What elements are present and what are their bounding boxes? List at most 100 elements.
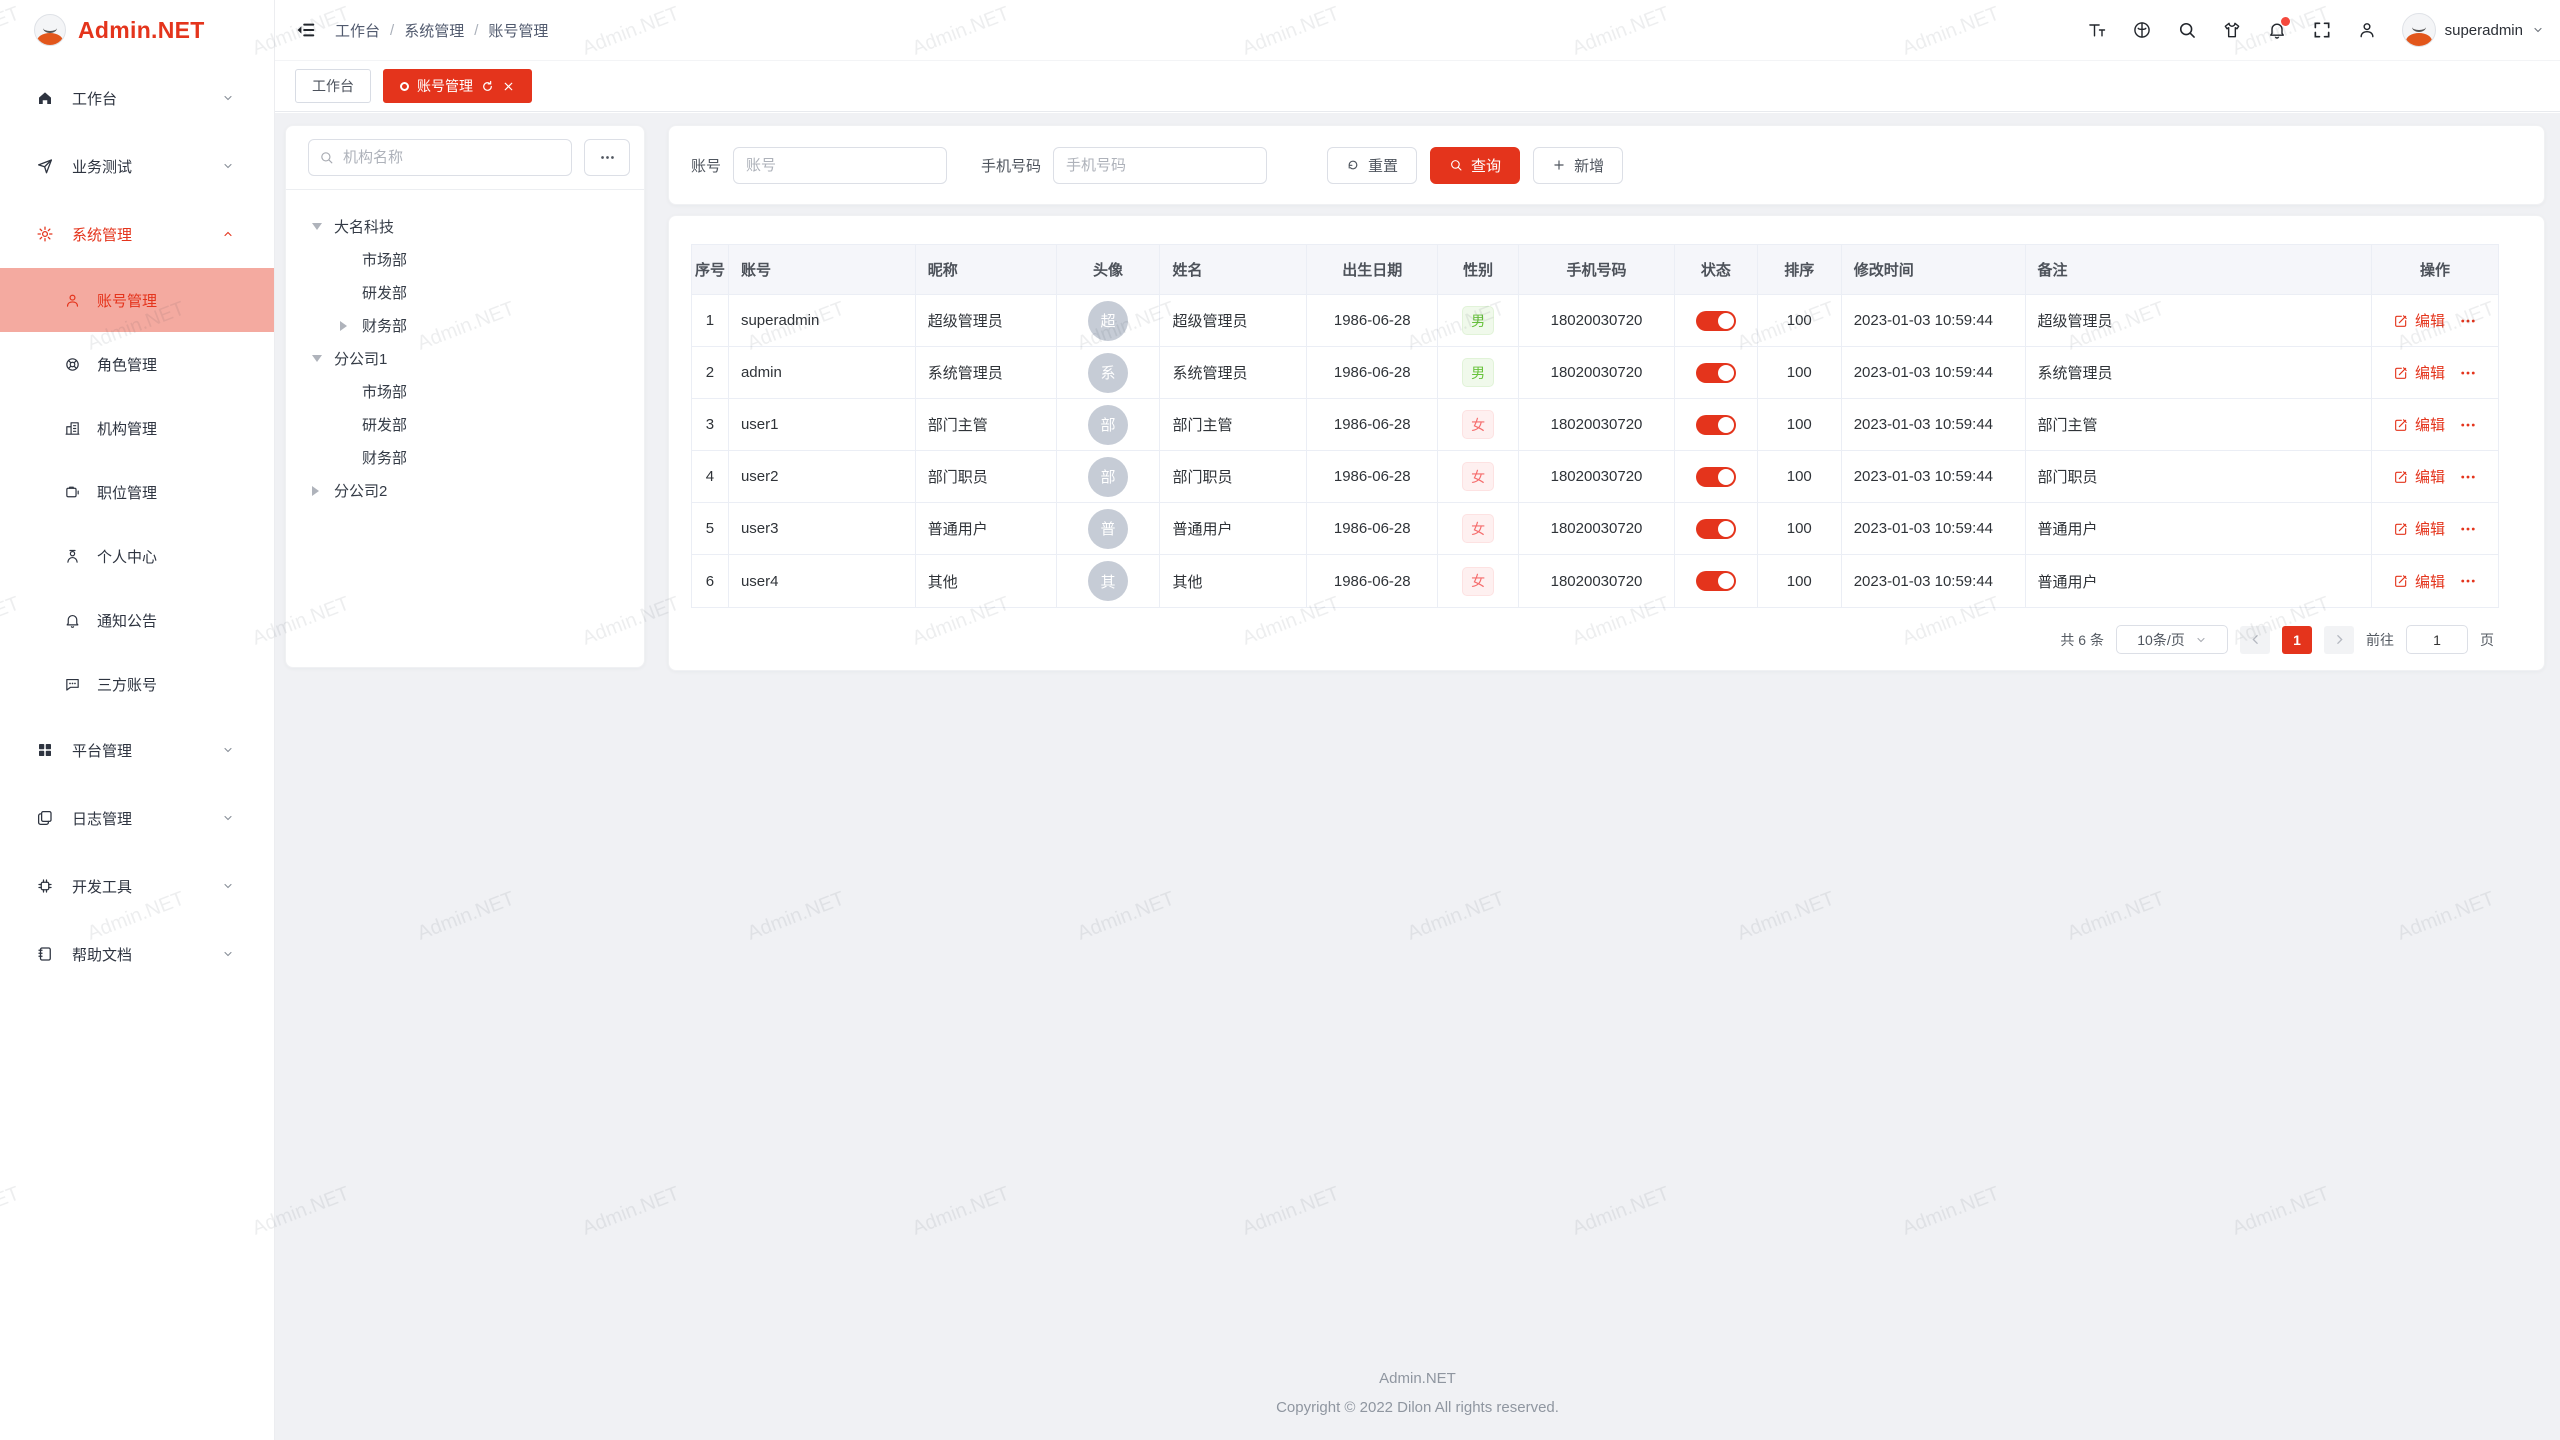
user-menu[interactable]: superadmin <box>2402 13 2544 47</box>
close-icon[interactable] <box>502 80 515 93</box>
page-size-select[interactable]: 10条/页 <box>2116 625 2228 654</box>
breadcrumb-item[interactable]: 系统管理 <box>404 20 464 41</box>
log-icon <box>36 809 54 827</box>
more-actions-icon[interactable] <box>2459 468 2477 486</box>
birthdate-value: 1986-06-28 <box>1334 468 1411 485</box>
chevron-right-icon <box>2333 633 2346 646</box>
nickname-cell: 部门职员 <box>916 451 1057 502</box>
add-button[interactable]: 新增 <box>1533 147 1623 184</box>
phone-value: 18020030720 <box>1551 416 1643 433</box>
sidebar-item-business-test[interactable]: 业务测试 <box>0 132 274 200</box>
sidebar-item-platform-management[interactable]: 平台管理 <box>0 716 274 784</box>
sidebar-item-personal-center[interactable]: 个人中心 <box>0 524 274 588</box>
theme-icon[interactable] <box>2222 20 2242 40</box>
notification-bell-icon[interactable] <box>2267 20 2287 40</box>
edit-button[interactable]: 编辑 <box>2393 518 2445 539</box>
sidebar-item-position-management[interactable]: 职位管理 <box>0 460 274 524</box>
fullscreen-icon[interactable] <box>2312 20 2332 40</box>
sort-value: 100 <box>1787 312 1812 329</box>
sidebar-item-role-management[interactable]: 角色管理 <box>0 332 274 396</box>
reset-button[interactable]: 重置 <box>1327 147 1417 184</box>
edit-button[interactable]: 编辑 <box>2393 571 2445 592</box>
breadcrumb-separator: / <box>390 22 394 39</box>
account-value: user1 <box>741 416 779 433</box>
more-actions-icon[interactable] <box>2459 520 2477 538</box>
sidebar-item-label: 业务测试 <box>72 156 132 177</box>
tree-node-4[interactable]: 分公司1 <box>308 342 630 375</box>
status-toggle[interactable] <box>1696 363 1736 383</box>
org-search-input[interactable] <box>308 139 572 176</box>
tree-more-button[interactable] <box>584 139 630 176</box>
chevron-down-icon <box>222 744 234 756</box>
docs-icon <box>36 945 54 963</box>
menu-fold-icon[interactable] <box>295 19 317 41</box>
phone-cell: 18020030720 <box>1519 347 1675 398</box>
search-icon[interactable] <box>2177 20 2197 40</box>
language-icon[interactable] <box>2132 20 2152 40</box>
sidebar-item-org-management[interactable]: 机构管理 <box>0 396 274 460</box>
sidebar-item-account-management[interactable]: 账号管理 <box>0 268 274 332</box>
more-actions-icon[interactable] <box>2459 312 2477 330</box>
status-toggle[interactable] <box>1696 311 1736 331</box>
edit-button[interactable]: 编辑 <box>2393 466 2445 487</box>
sidebar-item-log-management[interactable]: 日志管理 <box>0 784 274 852</box>
breadcrumb-item[interactable]: 工作台 <box>335 20 380 41</box>
tree-node-3[interactable]: 财务部 <box>308 309 630 342</box>
name-cell: 普通用户 <box>1160 503 1307 554</box>
edit-button[interactable]: 编辑 <box>2393 310 2445 331</box>
query-button[interactable]: 查询 <box>1430 147 1520 184</box>
more-actions-icon[interactable] <box>2459 416 2477 434</box>
footer: Admin.NET Copyright © 2022 Dilon All rig… <box>275 1364 2560 1422</box>
more-actions-icon[interactable] <box>2459 572 2477 590</box>
tree-node-8[interactable]: 分公司2 <box>308 474 630 507</box>
edit-button[interactable]: 编辑 <box>2393 362 2445 383</box>
goto-page-input[interactable] <box>2406 625 2468 654</box>
breadcrumb-separator: / <box>474 22 478 39</box>
ops-cell: 编辑 <box>2372 555 2498 607</box>
status-toggle[interactable] <box>1696 467 1736 487</box>
tree-node-1[interactable]: 市场部 <box>308 243 630 276</box>
prev-page-button[interactable] <box>2240 626 2270 654</box>
phone-input[interactable] <box>1053 147 1267 184</box>
status-toggle[interactable] <box>1696 571 1736 591</box>
refresh-icon[interactable] <box>481 80 494 93</box>
tabbar: 工作台 账号管理 <box>275 60 2560 112</box>
tree-node-0[interactable]: 大名科技 <box>308 210 630 243</box>
app-logo[interactable]: Admin.NET <box>0 0 274 60</box>
sidebar-item-notice[interactable]: 通知公告 <box>0 588 274 652</box>
tree-node-2[interactable]: 研发部 <box>308 276 630 309</box>
tab-account-management[interactable]: 账号管理 <box>383 69 532 103</box>
avatar-cell: 普 <box>1057 503 1161 554</box>
account-value: user2 <box>741 468 779 485</box>
sidebar-item-help-docs[interactable]: 帮助文档 <box>0 920 274 988</box>
sidebar-item-system-management[interactable]: 系统管理 <box>0 200 274 268</box>
tree-node-6[interactable]: 研发部 <box>308 408 630 441</box>
gender-cell: 女 <box>1438 399 1519 450</box>
tab-workbench[interactable]: 工作台 <box>295 69 371 103</box>
page-number-current[interactable]: 1 <box>2282 626 2312 654</box>
remark-value: 普通用户 <box>2038 518 2098 539</box>
table-row: 2admin系统管理员系系统管理员1986-06-28男180200307201… <box>692 347 2498 399</box>
next-page-button[interactable] <box>2324 626 2354 654</box>
remark-cell: 普通用户 <box>2026 503 2373 554</box>
tree-node-7[interactable]: 财务部 <box>308 441 630 474</box>
sidebar-item-dev-tools[interactable]: 开发工具 <box>0 852 274 920</box>
remark-cell: 超级管理员 <box>2026 295 2373 346</box>
sidebar-item-third-party-account[interactable]: 三方账号 <box>0 652 274 716</box>
account-input[interactable] <box>733 147 947 184</box>
account-cell: user3 <box>729 503 916 554</box>
more-actions-icon[interactable] <box>2459 364 2477 382</box>
edit-label: 编辑 <box>2415 518 2445 539</box>
breadcrumb-item: 账号管理 <box>488 20 548 41</box>
edit-icon <box>2393 573 2409 589</box>
user-icon[interactable] <box>2357 20 2377 40</box>
gender-cell: 男 <box>1438 347 1519 398</box>
nickname-cell: 系统管理员 <box>916 347 1057 398</box>
sidebar-item-workbench[interactable]: 工作台 <box>0 64 274 132</box>
font-size-icon[interactable] <box>2087 20 2107 40</box>
edit-button[interactable]: 编辑 <box>2393 414 2445 435</box>
status-toggle[interactable] <box>1696 415 1736 435</box>
status-toggle[interactable] <box>1696 519 1736 539</box>
tree-node-5[interactable]: 市场部 <box>308 375 630 408</box>
gender-cell: 女 <box>1438 451 1519 502</box>
